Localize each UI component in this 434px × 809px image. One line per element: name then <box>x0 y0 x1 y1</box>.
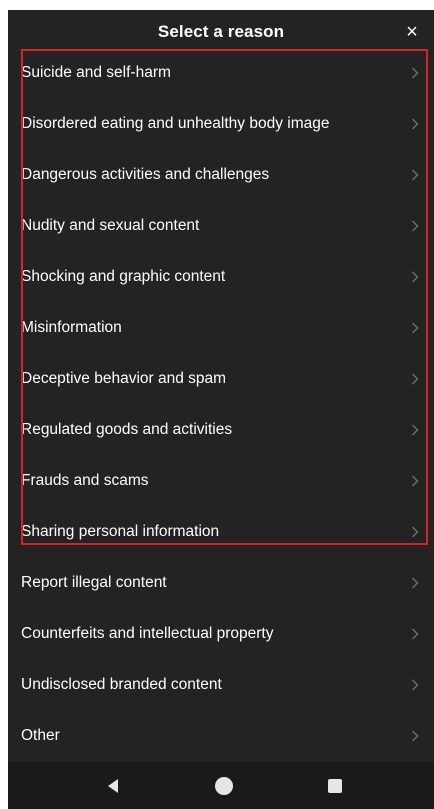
reason-label: Misinformation <box>21 318 122 336</box>
chevron-right-icon <box>410 321 420 335</box>
sheet-title: Select a reason <box>157 22 285 41</box>
reason-report-illegal-content[interactable]: Report illegal content <box>8 557 434 608</box>
reason-undisclosed-branded[interactable]: Undisclosed branded content <box>8 659 434 710</box>
reason-label: Shocking and graphic content <box>21 267 226 285</box>
reason-sharing-personal-info[interactable]: Sharing personal information <box>8 506 434 557</box>
reason-regulated-goods[interactable]: Regulated goods and activities <box>8 404 434 455</box>
nav-recents-button[interactable] <box>321 772 349 800</box>
home-circle-icon <box>215 777 233 795</box>
reason-label: Other <box>21 726 60 744</box>
chevron-right-icon <box>410 168 420 182</box>
chevron-right-icon <box>410 219 420 233</box>
reason-label: Regulated goods and activities <box>21 420 233 438</box>
reason-label: Nudity and sexual content <box>21 216 200 234</box>
system-navigation-bar <box>8 762 434 809</box>
chevron-right-icon <box>410 270 420 284</box>
reason-label: Sharing personal information <box>21 522 220 540</box>
report-reason-sheet: Select a reason × Suicide and self-harm … <box>8 10 434 809</box>
chevron-right-icon <box>410 627 420 641</box>
reason-disordered-eating[interactable]: Disordered eating and unhealthy body ima… <box>8 98 434 149</box>
recents-square-icon <box>328 779 342 793</box>
close-icon: × <box>406 21 418 43</box>
chevron-right-icon <box>410 372 420 386</box>
reason-other[interactable]: Other <box>8 710 434 761</box>
chevron-right-icon <box>410 729 420 743</box>
chevron-right-icon <box>410 678 420 692</box>
reason-deceptive-behavior-spam[interactable]: Deceptive behavior and spam <box>8 353 434 404</box>
chevron-right-icon <box>410 525 420 539</box>
reason-label: Counterfeits and intellectual property <box>21 624 274 642</box>
back-triangle-icon <box>108 779 118 793</box>
chevron-right-icon <box>410 474 420 488</box>
reason-label: Suicide and self-harm <box>21 63 171 81</box>
chevron-right-icon <box>410 117 420 131</box>
reason-label: Deceptive behavior and spam <box>21 369 227 387</box>
reason-frauds-scams[interactable]: Frauds and scams <box>8 455 434 506</box>
close-button[interactable]: × <box>400 20 424 44</box>
reason-nudity-sexual-content[interactable]: Nudity and sexual content <box>8 200 434 251</box>
reason-suicide-self-harm[interactable]: Suicide and self-harm <box>8 47 434 98</box>
chevron-right-icon <box>410 423 420 437</box>
nav-back-button[interactable] <box>99 772 127 800</box>
reason-counterfeits-ip[interactable]: Counterfeits and intellectual property <box>8 608 434 659</box>
reason-list: Suicide and self-harm Disordered eating … <box>8 47 434 761</box>
nav-home-button[interactable] <box>210 772 238 800</box>
reason-shocking-graphic[interactable]: Shocking and graphic content <box>8 251 434 302</box>
reason-label: Report illegal content <box>21 573 167 591</box>
reason-label: Dangerous activities and challenges <box>21 165 270 183</box>
reason-dangerous-activities[interactable]: Dangerous activities and challenges <box>8 149 434 200</box>
reason-label: Disordered eating and unhealthy body ima… <box>21 114 330 132</box>
reason-misinformation[interactable]: Misinformation <box>8 302 434 353</box>
chevron-right-icon <box>410 66 420 80</box>
reason-label: Undisclosed branded content <box>21 675 222 693</box>
reason-label: Frauds and scams <box>21 471 149 489</box>
chevron-right-icon <box>410 576 420 590</box>
